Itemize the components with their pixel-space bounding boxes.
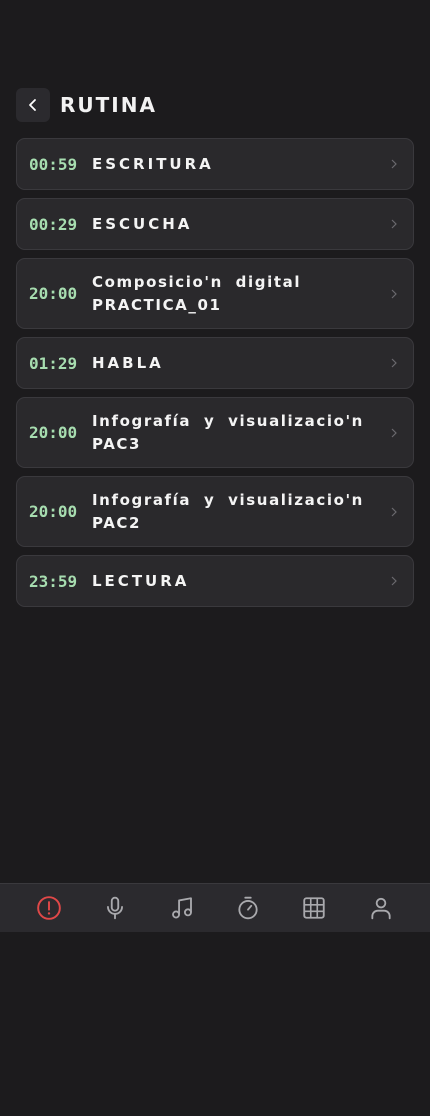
nav-timer[interactable] [228,888,268,928]
alert-icon [37,896,61,920]
task-label: Infografía y visualizacio'n PAC3 [92,411,364,453]
task-row[interactable]: 20:00 Infografía y visualizacio'n PAC3 [16,397,414,468]
task-label: LECTURA [92,571,190,590]
nav-alert[interactable] [29,888,69,928]
task-row[interactable]: 20:00 Infografía y visualizacio'n PAC2 [16,476,414,547]
chevron-right-icon [391,289,397,298]
nav-microphone[interactable] [95,888,135,928]
nav-user[interactable] [361,888,401,928]
timer-icon [238,896,258,920]
chevron-right-icon [391,428,397,437]
task-label: Composicio'n digital PRACTICA_01 [92,272,302,314]
bottom-nav [0,883,430,932]
task-row[interactable]: 01:29 HABLA [16,337,414,389]
task-time: 23:59 [29,571,78,591]
page-title: RUTINA [60,93,157,117]
task-label: ESCUCHA [92,214,193,233]
app-screen: RUTINA 00:59 ESCRITURA 00:29 ESCUCHA 20:… [0,0,430,1116]
task-label: HABLA [92,353,164,372]
chevron-right-icon [391,507,397,516]
task-row[interactable]: 00:29 ESCUCHA [16,198,414,250]
task-time: 00:29 [29,214,78,234]
chevron-right-icon [391,159,397,169]
task-time: 01:29 [29,353,78,373]
chevron-left-icon [29,99,36,111]
task-time: 00:59 [29,154,78,174]
chevron-right-icon [391,576,397,586]
task-list: 00:59 ESCRITURA 00:29 ESCUCHA 20:00 Comp… [16,138,414,607]
task-time: 20:00 [29,502,78,521]
task-time: 20:00 [29,423,78,442]
nav-grid[interactable] [294,888,334,928]
music-icon [171,897,192,919]
task-row[interactable]: 00:59 ESCRITURA [16,138,414,190]
microphone-icon [107,896,124,920]
task-time: 20:00 [29,284,78,303]
header: RUTINA [16,88,157,122]
chevron-right-icon [391,219,397,229]
back-button[interactable] [16,88,50,122]
task-row[interactable]: 23:59 LECTURA [16,555,414,607]
user-icon [371,897,391,920]
task-label: ESCRITURA [92,154,214,173]
chevron-right-icon [391,358,397,368]
grid-icon [303,897,326,919]
nav-music[interactable] [162,888,202,928]
task-label: Infografía y visualizacio'n PAC2 [92,490,364,532]
task-row[interactable]: 20:00 Composicio'n digital PRACTICA_01 [16,258,414,329]
